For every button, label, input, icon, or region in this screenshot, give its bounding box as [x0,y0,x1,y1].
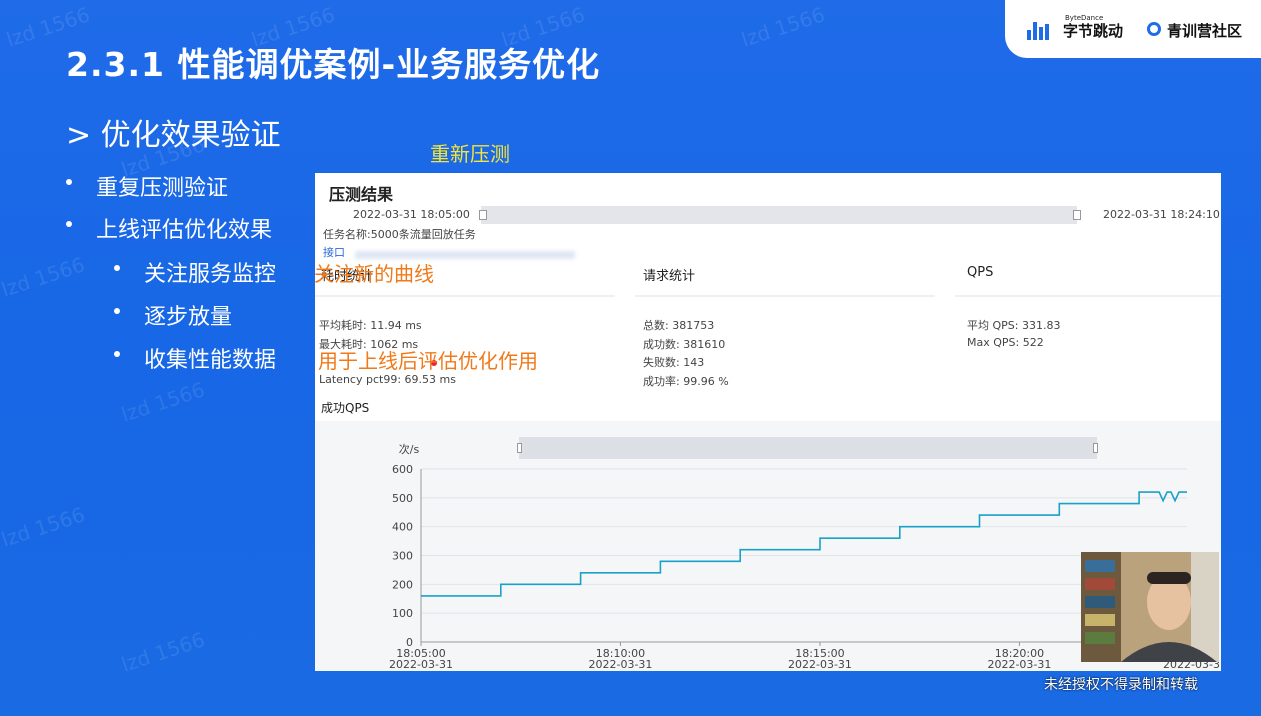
divider [955,295,1221,297]
task-name: 任务名称:5000条流量回放任务 [323,228,476,241]
brand-bar: ByteDance 字节跳动 青训营社区 [1005,0,1261,58]
annotation-watch-curve: 关注新的曲线 [314,262,434,286]
qps-header: QPS [967,265,994,280]
panel-title: 压测结果 [329,185,394,204]
presenter-image [1081,552,1219,662]
x-tick-label-date: 2022-03-31 [389,658,453,671]
copyright-caption: 未经授权不得录制和转载 [1044,677,1198,693]
watermark: lzd 1566 [118,377,208,427]
qps-series-line [421,491,1187,597]
bytedance-logo-icon [1027,22,1051,40]
watermark: lzd 1566 [0,252,88,302]
end-time: 2022-03-31 18:24:10 [1103,208,1220,221]
x-tick-label-date: 2022-03-31 [788,658,852,671]
y-tick-label: 300 [392,550,413,563]
watermark: lzd 1566 [118,627,208,677]
requests-success: 成功数: 381610 [643,338,726,351]
range-handle-start[interactable] [479,210,487,220]
divider [635,295,935,297]
qps-max: Max QPS: 522 [967,336,1044,349]
annotation-rerun: 重新压测 [430,142,510,166]
y-tick-label: 200 [392,578,413,591]
slide-title: 2.3.1 性能调优案例-业务服务优化 [66,45,601,84]
y-tick-label: 400 [392,521,413,534]
requests-failed: 失败数: 143 [643,356,705,369]
latency-pct99: Latency pct99: 69.53 ms [319,373,456,386]
bytedance-label: 字节跳动 [1063,22,1124,40]
y-tick-label: 500 [392,492,413,505]
community-logo-icon [1147,22,1161,36]
start-time: 2022-03-31 18:05:00 [353,208,470,221]
requests-total: 总数: 381753 [643,319,715,332]
latency-avg: 平均耗时: 11.94 ms [319,319,422,332]
chart-title: 成功QPS [321,401,370,415]
y-axis-label: 次/s [399,442,420,456]
range-handle-end[interactable] [1073,210,1081,220]
requests-header: 请求统计 [643,269,696,284]
y-tick-label: 600 [392,463,413,476]
slide-subheading: > 优化效果验证 [66,118,281,153]
watermark: lzd 1566 [738,2,828,52]
community-label: 青训营社区 [1167,22,1243,40]
requests-rate: 成功率: 99.96 % [643,375,729,388]
y-tick-label: 100 [392,607,413,620]
x-tick-label-date: 2022-03-31 [987,658,1051,671]
x-tick-label-date: 2022-03-31 [589,658,653,671]
watermark: lzd 1566 [0,502,88,552]
time-range-slider[interactable] [481,206,1077,224]
qps-avg: 平均 QPS: 331.83 [967,319,1061,332]
annotation-evaluate: 用于上线后评估优化作用 [318,349,538,373]
presenter-webcam [1081,552,1219,662]
divider [315,295,615,297]
